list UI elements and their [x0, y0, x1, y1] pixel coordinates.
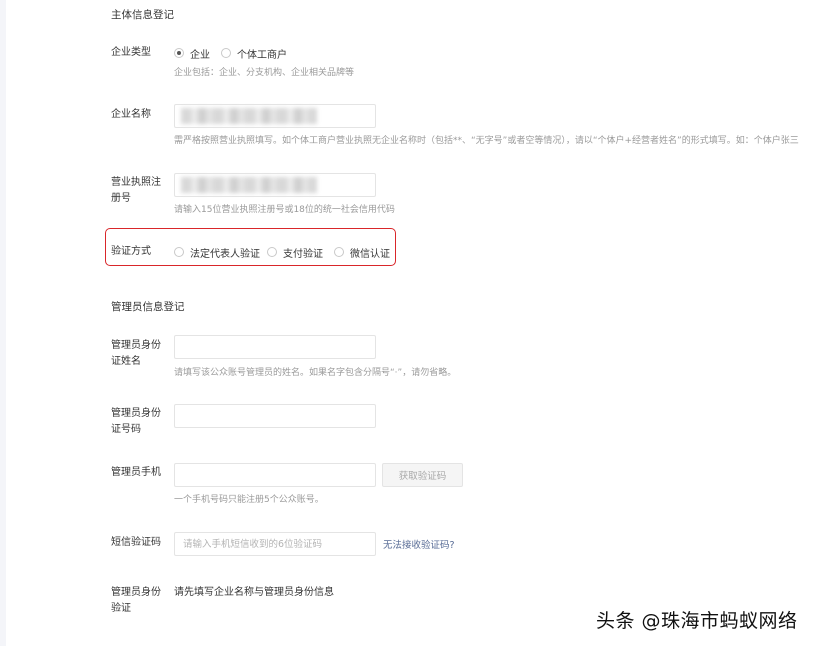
- admin-phone-input[interactable]: [174, 463, 376, 487]
- admin-id-name-label-line2: 证姓名: [111, 356, 141, 367]
- verification-method-label: 验证方式: [111, 246, 151, 257]
- admin-id-name-label: 管理员身份 证姓名: [111, 338, 161, 370]
- license-number-label-line1: 营业执照注: [111, 177, 161, 188]
- cannot-receive-code-link[interactable]: 无法接收验证码?: [383, 537, 455, 551]
- left-sidebar-edge: [0, 0, 6, 646]
- admin-id-number-input[interactable]: [174, 404, 376, 428]
- admin-id-name-label-line1: 管理员身份: [111, 340, 161, 351]
- enterprise-name-input[interactable]: [174, 104, 376, 128]
- radio-checked-icon[interactable]: [174, 48, 184, 58]
- get-verification-code-button[interactable]: 获取验证码: [382, 463, 463, 487]
- enterprise-type-option-individual[interactable]: 个体工商户: [221, 45, 287, 61]
- redacted-value: [181, 177, 317, 193]
- admin-id-name-input[interactable]: [174, 335, 376, 359]
- sms-code-label: 短信验证码: [111, 537, 161, 548]
- enterprise-name-hint: 需严格按照营业执照填写。如个体工商户营业执照无企业名称时（包括**、“无字号”或…: [174, 136, 799, 146]
- verify-option-label: 微信认证: [350, 248, 390, 260]
- admin-identity-label-line2: 验证: [111, 603, 131, 614]
- license-number-input[interactable]: [174, 173, 376, 197]
- admin-identity-label: 管理员身份 验证: [111, 585, 161, 617]
- admin-identity-label-line1: 管理员身份: [111, 587, 161, 598]
- redacted-value: [181, 108, 317, 124]
- admin-section-title: 管理员信息登记: [111, 301, 185, 313]
- enterprise-type-option-label: 企业: [190, 49, 210, 61]
- license-number-label-line2: 册号: [111, 193, 131, 204]
- verify-option-payment[interactable]: 支付验证: [267, 244, 323, 260]
- verify-option-label: 支付验证: [283, 248, 323, 260]
- watermark-text: 头条 @珠海市蚂蚁网络: [596, 610, 798, 632]
- license-number-hint: 请输入15位营业执照注册号或18位的统一社会信用代码: [174, 205, 395, 215]
- admin-identity-text: 请先填写企业名称与管理员身份信息: [174, 587, 334, 598]
- admin-phone-label: 管理员手机: [111, 467, 161, 478]
- admin-id-name-hint: 请填写该公众账号管理员的姓名。如果名字包含分隔号“·”，请勿省略。: [174, 368, 457, 378]
- enterprise-type-hint: 企业包括：企业、分支机构、企业相关品牌等: [174, 68, 355, 78]
- radio-unchecked-icon[interactable]: [221, 48, 231, 58]
- radio-unchecked-icon[interactable]: [267, 247, 277, 257]
- enterprise-name-label: 企业名称: [111, 109, 151, 120]
- enterprise-type-option-enterprise[interactable]: 企业: [174, 45, 210, 61]
- admin-id-number-label-line1: 管理员身份: [111, 408, 161, 419]
- enterprise-type-label: 企业类型: [111, 47, 151, 58]
- admin-id-number-label: 管理员身份 证号码: [111, 406, 161, 438]
- verify-option-legal-rep[interactable]: 法定代表人验证: [174, 244, 260, 260]
- enterprise-type-option-label: 个体工商户: [237, 49, 287, 61]
- radio-unchecked-icon[interactable]: [174, 247, 184, 257]
- radio-unchecked-icon[interactable]: [334, 247, 344, 257]
- sms-code-input[interactable]: [174, 532, 376, 556]
- admin-id-number-label-line2: 证号码: [111, 424, 141, 435]
- verify-option-wechat[interactable]: 微信认证: [334, 244, 390, 260]
- entity-section-title: 主体信息登记: [111, 9, 174, 21]
- admin-phone-hint: 一个手机号码只能注册5个公众账号。: [174, 495, 324, 505]
- license-number-label: 营业执照注 册号: [111, 175, 161, 207]
- verify-option-label: 法定代表人验证: [190, 248, 260, 260]
